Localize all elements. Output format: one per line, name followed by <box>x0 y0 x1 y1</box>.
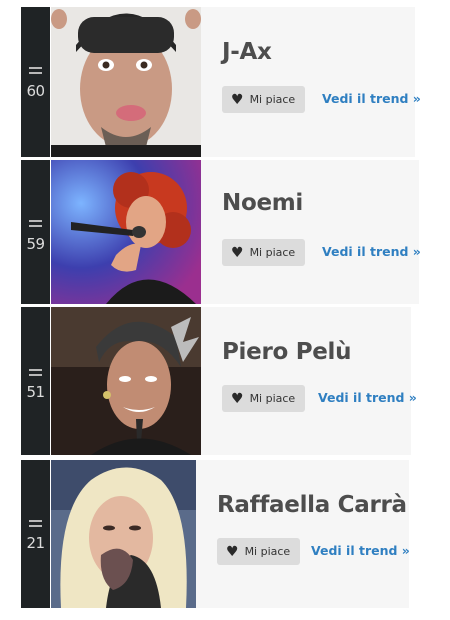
artist-name[interactable]: J-Ax <box>222 39 272 65</box>
heart-icon: ♥ <box>231 244 244 261</box>
artist-card: 60 J-Ax ♥ Mi piace Vedi il trend » <box>21 7 421 157</box>
heart-icon: ♥ <box>231 390 244 407</box>
like-label: Mi piace <box>249 246 296 259</box>
like-label: Mi piace <box>249 392 296 405</box>
equals-icon <box>29 220 42 230</box>
heart-icon: ♥ <box>226 543 239 560</box>
artist-name[interactable]: Noemi <box>222 190 303 216</box>
rank-column: 60 <box>21 7 50 157</box>
equals-icon <box>29 520 42 530</box>
rank-number: 21 <box>26 534 45 552</box>
trend-link[interactable]: Vedi il trend » <box>322 91 421 106</box>
like-button[interactable]: ♥ Mi piace <box>217 538 301 565</box>
artist-info-panel: Noemi ♥ Mi piace Vedi il trend » <box>201 160 421 304</box>
equals-icon <box>29 67 42 77</box>
equals-icon <box>29 369 42 379</box>
heart-icon: ♥ <box>231 91 244 108</box>
artist-photo[interactable] <box>51 7 201 157</box>
artist-photo[interactable] <box>51 460 196 608</box>
rank-number: 51 <box>26 383 45 401</box>
rank-column: 21 <box>21 460 50 608</box>
artist-info-panel: J-Ax ♥ Mi piace Vedi il trend » <box>201 7 421 157</box>
rank-column: 51 <box>21 307 50 455</box>
rank-number: 60 <box>26 82 45 100</box>
rank-number: 59 <box>26 235 45 253</box>
rank-column: 59 <box>21 160 50 304</box>
artist-ranking-list: 60 J-Ax ♥ Mi piace Vedi il trend » 59 No… <box>0 0 450 620</box>
artist-name[interactable]: Piero Pelù <box>222 339 352 365</box>
like-button[interactable]: ♥ Mi piace <box>222 385 306 412</box>
artist-card: 21 Raffaella Carrà ♥ Mi piace Vedi il tr… <box>21 460 410 608</box>
trend-link[interactable]: Vedi il trend » <box>318 390 417 405</box>
trend-link[interactable]: Vedi il trend » <box>322 244 421 259</box>
artist-card: 59 Noemi ♥ Mi piace Vedi il trend » <box>21 160 421 304</box>
artist-info-panel: Piero Pelù ♥ Mi piace Vedi il trend » <box>201 307 417 455</box>
artist-photo[interactable] <box>51 160 201 304</box>
artist-card: 51 Piero Pelù ♥ Mi piace Vedi il trend » <box>21 307 417 455</box>
artist-info-panel: Raffaella Carrà ♥ Mi piace Vedi il trend… <box>196 460 410 608</box>
like-button[interactable]: ♥ Mi piace <box>222 86 306 113</box>
like-button[interactable]: ♥ Mi piace <box>222 239 306 266</box>
like-label: Mi piace <box>244 545 291 558</box>
artist-name[interactable]: Raffaella Carrà <box>217 492 407 518</box>
artist-photo[interactable] <box>51 307 201 455</box>
trend-link[interactable]: Vedi il trend » <box>311 543 410 558</box>
like-label: Mi piace <box>249 93 296 106</box>
